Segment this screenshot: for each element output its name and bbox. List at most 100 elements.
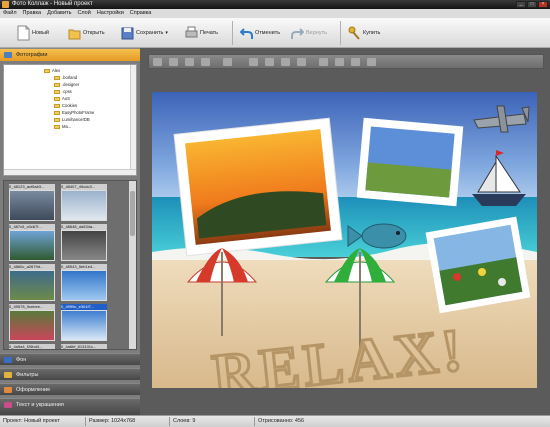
key-icon [348,26,360,40]
align-right-icon[interactable] [281,58,290,66]
tree-item[interactable]: .designer [54,82,79,88]
photo-sunset[interactable] [173,117,343,257]
align-icon[interactable] [223,58,232,66]
save-label: Сохранить [136,30,164,36]
tab-background[interactable]: Фон [0,353,140,365]
maximize-button[interactable]: □ [527,1,537,8]
folder-icon [54,89,60,94]
status-rendered: Отрисованно: 456 [258,418,305,424]
new-label: Новый [32,30,49,36]
redo-button[interactable]: Вернуть [291,22,327,44]
folder-icon [54,117,60,122]
close-button[interactable]: × [538,1,548,8]
thumbnail[interactable]: 0_48648_da534a... [61,224,107,261]
send-back-icon[interactable] [201,58,210,66]
thumbnail-scrollbar[interactable] [129,181,136,349]
app-window: Фото Коллаж - Новый проект _ □ × Файл Пр… [0,0,550,427]
scrollbar-thumb[interactable] [130,191,135,236]
menu-settings[interactable]: Настройки [97,9,124,18]
new-button[interactable]: Новый [17,22,49,44]
thumbnail[interactable]: 0_4860c_a2679d... [9,264,55,301]
bring-front-icon[interactable] [153,58,162,66]
thumbnail[interactable]: 0_48943_5eb1e4... [61,264,107,301]
buy-button[interactable]: Купить [348,22,380,44]
folder-icon [54,110,60,115]
minimize-button[interactable]: _ [516,1,526,8]
filters-icon [4,372,12,378]
thumbnail-selected[interactable]: 0_4999c_e301f7... [61,304,107,341]
tree-item[interactable]: Cookies [54,103,77,109]
status-layers: Слоев: 9 [173,418,196,424]
printer-icon [185,26,198,38]
tree-horizontal-scrollbar[interactable] [4,169,136,175]
tree-item[interactable]: .borland [54,75,77,81]
tree-item[interactable]: .cpss [54,89,72,95]
align-center-icon[interactable] [265,58,274,66]
menu-bar: Файл Правка Добавить Слой Настройки Спра… [0,9,550,18]
tab-filters-label: Фильтры [16,372,39,378]
thumbnail[interactable]: 0_48407_49cdc3... [61,184,107,221]
menu-add[interactable]: Добавить [47,9,71,18]
open-label: Открыть [83,30,105,36]
crop-icon[interactable] [335,58,344,66]
align-left-icon[interactable] [249,58,258,66]
collage-canvas[interactable]: RELAX! [152,92,537,388]
menu-file[interactable]: Файл [3,9,17,18]
thumbnail-image [61,190,107,221]
save-button[interactable]: Сохранить ▾ [121,22,168,44]
tab-text-decorations[interactable]: Текст и украшения [0,398,140,415]
window-title: Фото Коллаж - Новый проект [12,1,93,7]
thumbnail[interactable]: 0_4a6bf_813101c... [61,344,107,349]
tab-filters[interactable]: Фильтры [0,368,140,380]
folder-icon [54,82,60,87]
thumbnail-image [9,310,55,341]
folder-icon [54,96,60,101]
tree-item[interactable]: Ma... [54,124,71,130]
thumbnail-image [61,310,107,341]
thumbnail[interactable]: 0_4a5a4_f26bd4... [9,344,55,349]
thumbnail[interactable]: 0_487c5_c0c67f... [9,224,55,261]
settings-icon[interactable] [351,58,360,66]
flip-icon[interactable] [297,58,306,66]
tree-scrollbar[interactable] [130,65,136,169]
photo-flowers[interactable] [425,216,531,314]
thumbnail[interactable]: 0_49578_9cebee... [9,304,55,341]
tree-item[interactable]: EasyPhotoFrame [54,110,94,116]
send-backward-icon[interactable] [185,58,194,66]
tab-background-label: Фон [16,357,27,363]
text-decorations-icon [4,402,12,408]
thumbnail[interactable]: 0_48123_acf5ab3... [9,184,55,221]
folder-icon [44,68,50,73]
folder-icon [54,75,60,80]
status-size: Размер: 1024x768 [89,418,136,424]
delete-icon[interactable] [319,58,328,66]
save-dropdown-icon[interactable]: ▾ [165,30,168,36]
tree-item[interactable]: AoS [54,96,70,102]
menu-help[interactable]: Справка [130,9,152,18]
copy-icon[interactable] [367,58,376,66]
print-label: Печать [200,30,219,36]
menu-layer[interactable]: Слой [77,9,90,18]
thumbnail-grid[interactable]: 0_48123_acf5ab3... 0_48407_49cdc3... 0_4… [3,180,137,350]
tree-item[interactable]: LumihancerDB [54,117,90,123]
tree-item[interactable]: Alex [44,68,60,74]
status-project: Проект: Новый проект [3,418,60,424]
redo-icon [291,28,304,39]
print-button[interactable]: Печать [185,22,218,44]
menu-edit[interactable]: Правка [23,9,42,18]
folder-tree[interactable]: Alex .borland .designer .cpss AoS Cookie… [3,64,137,176]
undo-icon [240,28,253,39]
collage-preview[interactable]: RELAX! [152,92,537,388]
bring-forward-icon[interactable] [169,58,178,66]
layer-toolbar [148,54,544,69]
tab-design[interactable]: Оформление [0,383,140,395]
folder-icon [54,124,60,129]
tab-photos[interactable]: Фотографии [0,48,140,61]
open-button[interactable]: Открыть [68,22,105,44]
window-controls: _ □ × [516,1,548,8]
undo-button[interactable]: Отменить [240,22,280,44]
photo-landscape[interactable] [356,117,464,207]
tab-design-label: Оформление [16,387,51,393]
undo-label: Отменить [255,30,281,36]
thumbnail-image [9,190,55,221]
